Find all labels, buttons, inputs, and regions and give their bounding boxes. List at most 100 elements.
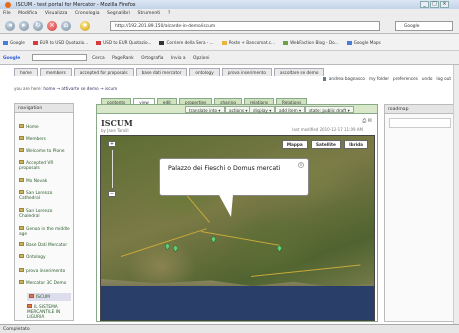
info-window-close-icon[interactable]: ×: [298, 162, 304, 168]
bookmark-item[interactable]: EUR to USD Quotazio...: [32, 40, 88, 45]
sidebar-item-label: Genoa in the middle age: [19, 227, 70, 237]
menu-help[interactable]: ?: [168, 11, 170, 16]
bookmark-item[interactable]: Poste + Bancomat.c...: [221, 40, 276, 45]
roadmap-portlet-body: [389, 118, 451, 128]
url-bar[interactable]: http://192.201.89.150/alcarde-in-demo/is…: [110, 21, 380, 31]
search-input[interactable]: Google: [395, 21, 453, 31]
back-button[interactable]: ◂: [5, 21, 15, 31]
display-menu[interactable]: display ▾: [249, 106, 276, 113]
zoom-slider[interactable]: [110, 149, 114, 189]
bookmark-favicon-icon: [283, 41, 289, 45]
portal-tab[interactable]: members: [39, 68, 72, 76]
sidebar-item[interactable]: Accepted VR proposals: [19, 160, 71, 171]
print-icon[interactable]: ⎙: [362, 118, 366, 124]
info-window-tail: [219, 195, 233, 217]
portal-tab[interactable]: ascoltare se demo: [273, 68, 325, 76]
my-folder-link[interactable]: my folder: [369, 76, 389, 81]
sidebar-item[interactable]: Welcome to Plone: [19, 148, 71, 154]
navigation-toolbar: ◂ ▸ ↻ × ⌂ ★ http://192.201.89.150/alcard…: [0, 17, 459, 34]
reload-button[interactable]: ↻: [33, 21, 43, 31]
sidebar-item[interactable]: Mercator 3C Demo: [19, 280, 71, 286]
google-map[interactable]: + − Mappa Satellite Ibrida Palazzo dei F…: [100, 135, 375, 321]
folder-icon: [19, 208, 24, 212]
add-item-menu[interactable]: add item ▾: [275, 106, 306, 113]
options-button[interactable]: Opzioni: [193, 56, 209, 61]
menu-file[interactable]: File: [3, 11, 11, 16]
menu-history[interactable]: Cronologia: [75, 11, 100, 16]
bookmark-label: Google: [10, 40, 25, 45]
sidebar-item[interactable]: Members: [19, 136, 71, 142]
bookmark-item[interactable]: Corriere della Sera - ...: [159, 40, 214, 45]
bookmark-favicon-icon: [159, 41, 165, 45]
bookmark-star-icon[interactable]: ★: [80, 21, 90, 31]
stop-button[interactable]: ×: [47, 21, 57, 31]
actions-menu[interactable]: actions ▾: [225, 106, 252, 113]
forward-button[interactable]: ▸: [19, 21, 29, 31]
bookmarks-toolbar: Google EUR to USD Quotazio... USD to EUR Q…: [0, 34, 459, 51]
email-icon[interactable]: ✉: [368, 118, 372, 124]
map-type-map[interactable]: Mappa: [281, 140, 308, 149]
map-zoom-control: + −: [105, 140, 119, 198]
zoom-out-button[interactable]: −: [108, 191, 116, 197]
undo-link[interactable]: undo: [422, 76, 433, 81]
bookmark-item[interactable]: USD to EUR Quotazio...: [96, 40, 151, 45]
window-titlebar: ISCUM - test portal for Mercator - Mozil…: [0, 0, 459, 9]
sidebar-item[interactable]: IL SISTEMA MERCANTILE IN LIGURIA: [27, 304, 71, 320]
sidebar-item-label: ISCUM: [36, 295, 50, 300]
folder-icon: [19, 268, 24, 272]
sidebar-item[interactable]: San Lorenzo Cathedral: [19, 190, 71, 201]
google-search-button[interactable]: Cerca: [92, 56, 105, 61]
minimize-button[interactable]: _: [420, 1, 429, 8]
state-menu[interactable]: state: public draft ▾: [305, 106, 354, 113]
bookmark-label: Poste + Bancomat.c...: [228, 40, 276, 45]
sidebar-item[interactable]: San Lorenzo Chaledral: [19, 208, 71, 219]
logout-link[interactable]: log out: [436, 76, 451, 81]
map-marker-icon[interactable]: [211, 236, 216, 243]
vertical-scrollbar[interactable]: [453, 65, 459, 324]
bookmark-item[interactable]: WebFaction Blog - Do...: [283, 40, 339, 45]
bookmark-item[interactable]: Google Maps: [346, 40, 381, 45]
google-search-input[interactable]: [31, 54, 87, 61]
menu-view[interactable]: Visualizza: [45, 11, 68, 16]
menu-edit[interactable]: Modifica: [18, 11, 37, 16]
portal-tab[interactable]: prova inserimento: [221, 68, 272, 76]
sidebar-item[interactable]: Home: [19, 124, 71, 130]
map-marker-icon[interactable]: [277, 245, 282, 252]
spellcheck-button[interactable]: Ortografia: [141, 56, 163, 61]
preferences-link[interactable]: preferences: [393, 76, 418, 81]
sidebar-item[interactable]: Ontology: [19, 254, 71, 260]
map-type-hybrid[interactable]: Ibrida: [344, 140, 368, 149]
folder-icon: [19, 148, 24, 152]
menu-bookmarks[interactable]: Segnalibri: [107, 11, 130, 16]
google-logo[interactable]: Google: [3, 56, 20, 61]
home-button[interactable]: ⌂: [61, 21, 71, 31]
map-type-satellite[interactable]: Satellite: [310, 140, 341, 149]
breadcrumb-path[interactable]: home → attivarte se demo → iscum: [43, 86, 117, 91]
sidebar-item-selected[interactable]: ISCUM: [27, 293, 71, 301]
map-info-window: Palazzo dei Fieschi o Domus mercati ×: [159, 158, 309, 196]
maximize-button[interactable]: □: [430, 1, 439, 8]
bookmark-item[interactable]: Google: [3, 40, 25, 45]
folder-icon: [27, 304, 32, 308]
translate-menu[interactable]: translate into ▾: [185, 106, 225, 113]
portal-tab[interactable]: base dati mercator: [135, 68, 188, 76]
send-to-button[interactable]: Invia a: [171, 56, 186, 61]
user-name[interactable]: andrea bagnasco: [329, 76, 365, 81]
sidebar-item[interactable]: Base Dati Mercator: [19, 242, 71, 248]
folder-icon: [19, 280, 24, 284]
close-button[interactable]: ×: [440, 1, 449, 8]
bookmark-label: USD to EUR Quotazio...: [103, 40, 152, 45]
google-toolbar: Google Cerca PageRank Ortografia Invia a…: [0, 51, 459, 65]
sidebar-item[interactable]: Mo Novak: [19, 178, 71, 184]
page-modified: last modified 2010-12-17 11:09 AM: [292, 127, 363, 132]
map-marker-icon[interactable]: [165, 243, 170, 250]
map-marker-icon[interactable]: [173, 245, 178, 252]
sidebar-item[interactable]: Genoa in the middle age: [19, 226, 71, 237]
portal-tab[interactable]: accepted for proposals: [73, 68, 134, 76]
sidebar-item[interactable]: prova inserimento: [19, 268, 71, 274]
portal-tab[interactable]: home: [14, 68, 38, 76]
portal-tab[interactable]: ontology: [189, 68, 220, 76]
breadcrumb-prefix: you are here:: [14, 86, 42, 91]
menu-tools[interactable]: Strumenti: [138, 11, 161, 16]
zoom-in-button[interactable]: +: [108, 141, 116, 147]
